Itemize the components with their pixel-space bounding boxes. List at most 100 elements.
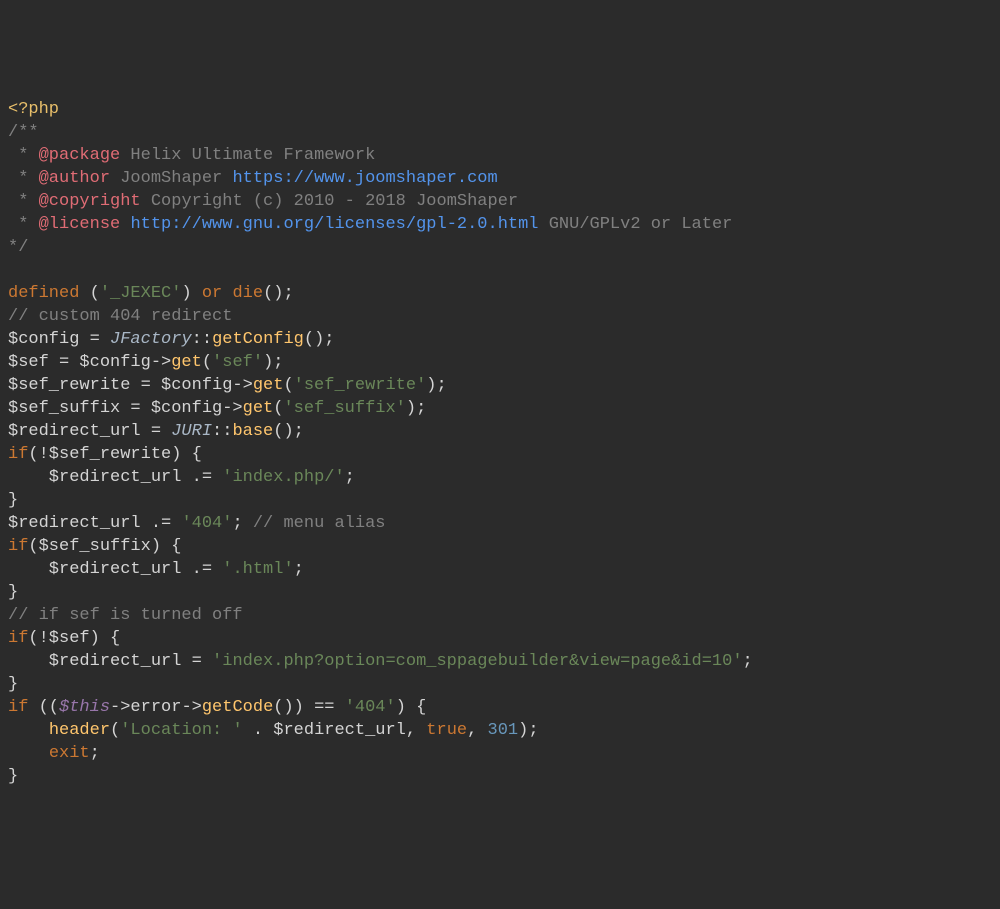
code-line: $redirect_url .= '.html'; bbox=[8, 558, 992, 581]
comment: // menu alias bbox=[253, 514, 386, 533]
paren: ( bbox=[202, 353, 212, 372]
brace: } bbox=[8, 675, 18, 694]
code-line: $config = JFactory::getConfig(); bbox=[8, 328, 992, 351]
function-name: get bbox=[243, 399, 274, 418]
scope: :: bbox=[192, 330, 212, 349]
keyword-if: if bbox=[8, 698, 39, 717]
code-line: $redirect_url .= '404'; // menu alias bbox=[8, 512, 992, 535]
blank-line bbox=[8, 259, 992, 282]
code-line: // if sef is turned off bbox=[8, 604, 992, 627]
this-var: $this bbox=[59, 698, 110, 717]
boolean: true bbox=[426, 721, 467, 740]
doc-star: * bbox=[8, 146, 39, 165]
doc-space bbox=[120, 215, 130, 234]
code: ()) == bbox=[273, 698, 344, 717]
semi: ; bbox=[90, 744, 100, 763]
code-line: } bbox=[8, 581, 992, 604]
doc-text: Helix Ultimate Framework bbox=[120, 146, 375, 165]
scope: :: bbox=[212, 422, 232, 441]
paren: ); bbox=[263, 353, 283, 372]
code: $redirect_url .= bbox=[8, 560, 222, 579]
paren: ); bbox=[518, 721, 538, 740]
string: 'index.php/' bbox=[222, 468, 344, 487]
code: $redirect_url = bbox=[8, 652, 212, 671]
code: . $redirect_url, bbox=[243, 721, 427, 740]
semi: ; bbox=[232, 514, 252, 533]
code: $redirect_url .= bbox=[8, 514, 181, 533]
string: 'sef' bbox=[212, 353, 263, 372]
code-line: defined ('_JEXEC') or die(); bbox=[8, 282, 992, 305]
code-line: /** bbox=[8, 121, 992, 144]
semi: ; bbox=[294, 560, 304, 579]
paren: ( bbox=[273, 399, 283, 418]
string: '_JEXEC' bbox=[100, 284, 182, 303]
function-name: get bbox=[171, 353, 202, 372]
doc-tag-author: @author bbox=[39, 169, 110, 188]
brace: ) { bbox=[396, 698, 427, 717]
keyword-if: if bbox=[8, 445, 28, 464]
string: '404' bbox=[345, 698, 396, 717]
function-name: get bbox=[253, 376, 284, 395]
paren: ( bbox=[110, 721, 120, 740]
code-line: $redirect_url .= 'index.php/'; bbox=[8, 466, 992, 489]
function-name: getConfig bbox=[212, 330, 304, 349]
function-name: base bbox=[232, 422, 273, 441]
code: $config = bbox=[8, 330, 110, 349]
indent bbox=[8, 721, 49, 740]
code-line: header('Location: ' . $redirect_url, tru… bbox=[8, 719, 992, 742]
paren: (); bbox=[304, 330, 335, 349]
keyword-die: die bbox=[232, 284, 263, 303]
code: (!$sef) { bbox=[28, 629, 120, 648]
doc-star: * bbox=[8, 192, 39, 211]
code-line: exit; bbox=[8, 742, 992, 765]
keyword-exit: exit bbox=[49, 744, 90, 763]
keyword-or: or bbox=[202, 284, 233, 303]
code-line: $redirect_url = JURI::base(); bbox=[8, 420, 992, 443]
string: '404' bbox=[181, 514, 232, 533]
doc-star: * bbox=[8, 169, 39, 188]
code-line: } bbox=[8, 673, 992, 696]
paren: ); bbox=[426, 376, 446, 395]
semi: ; bbox=[743, 652, 753, 671]
code-line: $sef_suffix = $config->get('sef_suffix')… bbox=[8, 397, 992, 420]
semi: ; bbox=[345, 468, 355, 487]
code-line: } bbox=[8, 765, 992, 788]
doc-star: * bbox=[8, 215, 39, 234]
php-open-tag: <?php bbox=[8, 100, 59, 119]
code-editor[interactable]: <?php /** * @package Helix Ultimate Frame… bbox=[8, 98, 992, 788]
comma: , bbox=[467, 721, 487, 740]
keyword-if: if bbox=[8, 537, 28, 556]
code-line: * @copyright Copyright (c) 2010 - 2018 J… bbox=[8, 190, 992, 213]
code-line: <?php bbox=[8, 98, 992, 121]
paren: (); bbox=[273, 422, 304, 441]
string: 'sef_rewrite' bbox=[294, 376, 427, 395]
code-line: } bbox=[8, 489, 992, 512]
doc-link: http://www.gnu.org/licenses/gpl-2.0.html bbox=[130, 215, 538, 234]
doc-tag-package: @package bbox=[39, 146, 121, 165]
code-line: if($sef_suffix) { bbox=[8, 535, 992, 558]
string: 'sef_suffix' bbox=[283, 399, 405, 418]
code-line: * @package Helix Ultimate Framework bbox=[8, 144, 992, 167]
comment: // custom 404 redirect bbox=[8, 307, 232, 326]
code: $sef = $config-> bbox=[8, 353, 171, 372]
doc-text: JoomShaper bbox=[110, 169, 232, 188]
code-line: * @license http://www.gnu.org/licenses/g… bbox=[8, 213, 992, 236]
code: ($sef_suffix) { bbox=[28, 537, 181, 556]
paren: (( bbox=[39, 698, 59, 717]
doc-tag-license: @license bbox=[39, 215, 121, 234]
doc-text: Copyright (c) 2010 - 2018 JoomShaper bbox=[141, 192, 518, 211]
string: '.html' bbox=[222, 560, 293, 579]
paren: ); bbox=[406, 399, 426, 418]
code-line: if (($this->error->getCode()) == '404') … bbox=[8, 696, 992, 719]
code: $sef_rewrite = $config-> bbox=[8, 376, 253, 395]
number: 301 bbox=[488, 721, 519, 740]
keyword-if: if bbox=[8, 629, 28, 648]
keyword-defined: defined bbox=[8, 284, 90, 303]
code-line: $redirect_url = 'index.php?option=com_sp… bbox=[8, 650, 992, 673]
code-line: if(!$sef_rewrite) { bbox=[8, 443, 992, 466]
paren: (); bbox=[263, 284, 294, 303]
docblock-open: /** bbox=[8, 123, 39, 142]
code-line: * @author JoomShaper https://www.joomsha… bbox=[8, 167, 992, 190]
code: $redirect_url .= bbox=[8, 468, 222, 487]
indent bbox=[8, 744, 49, 763]
